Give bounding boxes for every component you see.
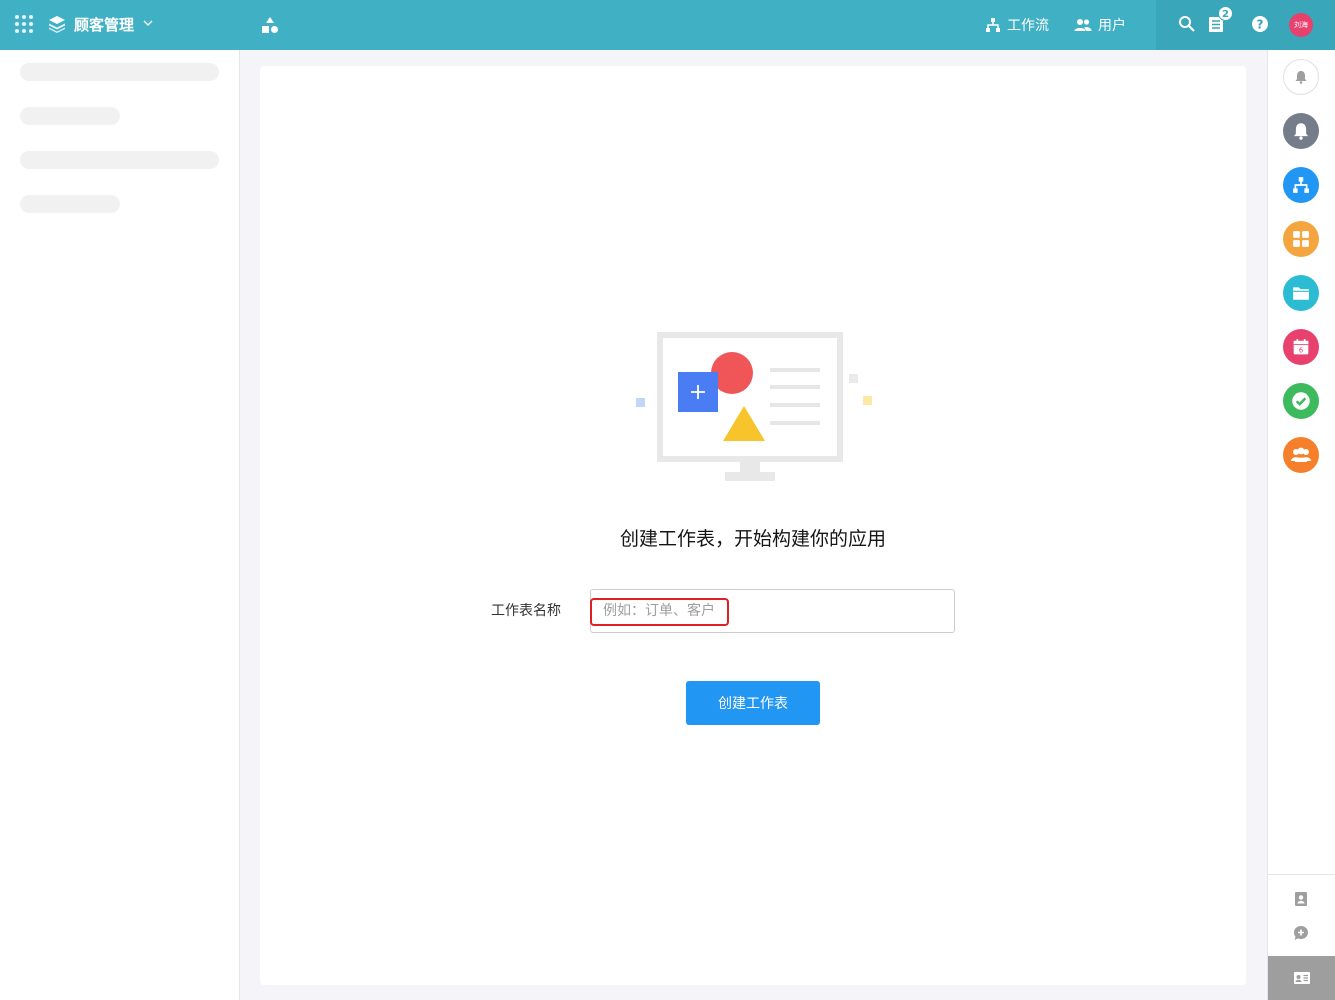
nav-workflow[interactable]: 工作流 [985, 14, 1049, 36]
notification-bell-icon [1293, 123, 1309, 140]
collapse-rail-button[interactable] [1268, 956, 1335, 1000]
chat-add-icon[interactable] [1293, 925, 1309, 941]
contacts-button[interactable] [1283, 437, 1319, 473]
notification-bell-outline-icon [1295, 71, 1307, 84]
calendar-icon: 6 [1293, 339, 1309, 355]
workflow-button[interactable] [1283, 167, 1319, 203]
create-worksheet-button[interactable]: 创建工作表 [686, 681, 820, 725]
loading-skeleton-row [20, 195, 120, 213]
rail-divider [1268, 874, 1335, 875]
right-rail: 6 [1267, 50, 1335, 1000]
shapes-icon[interactable] [261, 16, 279, 34]
users-icon [1074, 19, 1092, 31]
address-book-icon[interactable] [1293, 891, 1309, 907]
help-icon[interactable]: ? [1250, 14, 1270, 34]
worksheet-name-label: 工作表名称 [491, 603, 561, 619]
calendar-day-text: 6 [1299, 347, 1303, 355]
calendar-button[interactable]: 6 [1283, 329, 1319, 365]
app-layers-icon [49, 16, 65, 33]
workflow-hierarchy-icon [1293, 177, 1309, 193]
app-grid-button[interactable] [1283, 221, 1319, 257]
loading-skeleton-row [20, 63, 219, 81]
workflow-icon [986, 18, 1000, 32]
id-card-icon [1294, 972, 1310, 984]
app-launcher-grid-icon[interactable] [15, 15, 33, 33]
nav-users-label: 用户 [1098, 18, 1126, 34]
folder-button[interactable] [1283, 275, 1319, 311]
create-worksheet-illustration [636, 332, 872, 481]
empty-state-title: 创建工作表，开始构建你的应用 [619, 528, 886, 550]
notification-bell-button[interactable] [1283, 113, 1319, 149]
left-sidebar [0, 50, 240, 1000]
notification-bell-outline-button[interactable] [1283, 59, 1319, 95]
svg-text:?: ? [1257, 18, 1264, 32]
app-title[interactable]: 顾客管理 [74, 14, 134, 36]
user-avatar[interactable]: 刘海 [1289, 13, 1313, 37]
top-header-bar: 顾客管理 工作流 用户 2 ? 刘海 [0, 0, 1335, 50]
main-content-card: 创建工作表，开始构建你的应用 工作表名称 创建工作表 [260, 66, 1246, 985]
task-check-button[interactable] [1283, 383, 1319, 419]
notification-badge: 2 [1218, 6, 1233, 21]
folder-icon [1293, 287, 1309, 300]
loading-skeleton-row [20, 151, 219, 169]
contacts-group-icon [1291, 447, 1311, 462]
app-grid-icon [1293, 231, 1309, 247]
task-check-icon [1292, 392, 1310, 410]
nav-users[interactable]: 用户 [1074, 14, 1126, 36]
search-icon[interactable] [1177, 14, 1197, 34]
loading-skeleton-row [20, 107, 120, 125]
nav-workflow-label: 工作流 [1007, 18, 1049, 34]
worksheet-name-input[interactable] [590, 589, 955, 633]
chevron-down-icon[interactable] [142, 17, 154, 29]
